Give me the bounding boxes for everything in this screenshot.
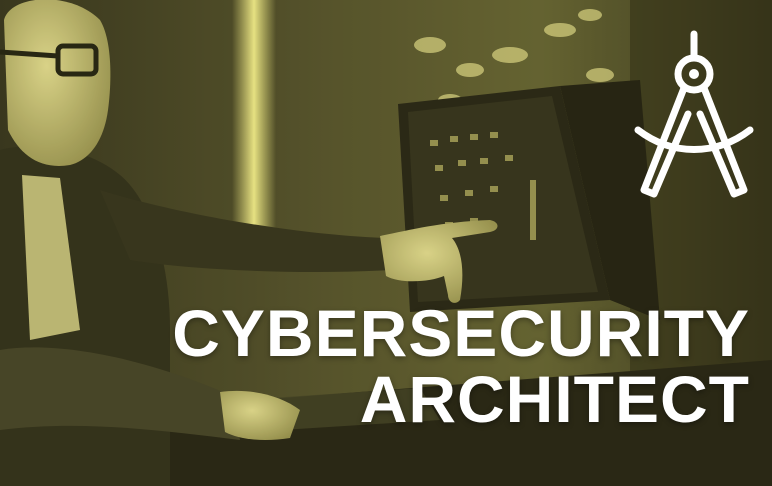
title-line-1: CYBERSECURITY <box>172 296 750 370</box>
drafting-compass-icon <box>634 30 754 198</box>
title-line-2: ARCHITECT <box>359 362 750 436</box>
banner: CYBERSECURITY ARCHITECT <box>0 0 772 486</box>
banner-title: CYBERSECURITY ARCHITECT <box>172 300 750 432</box>
